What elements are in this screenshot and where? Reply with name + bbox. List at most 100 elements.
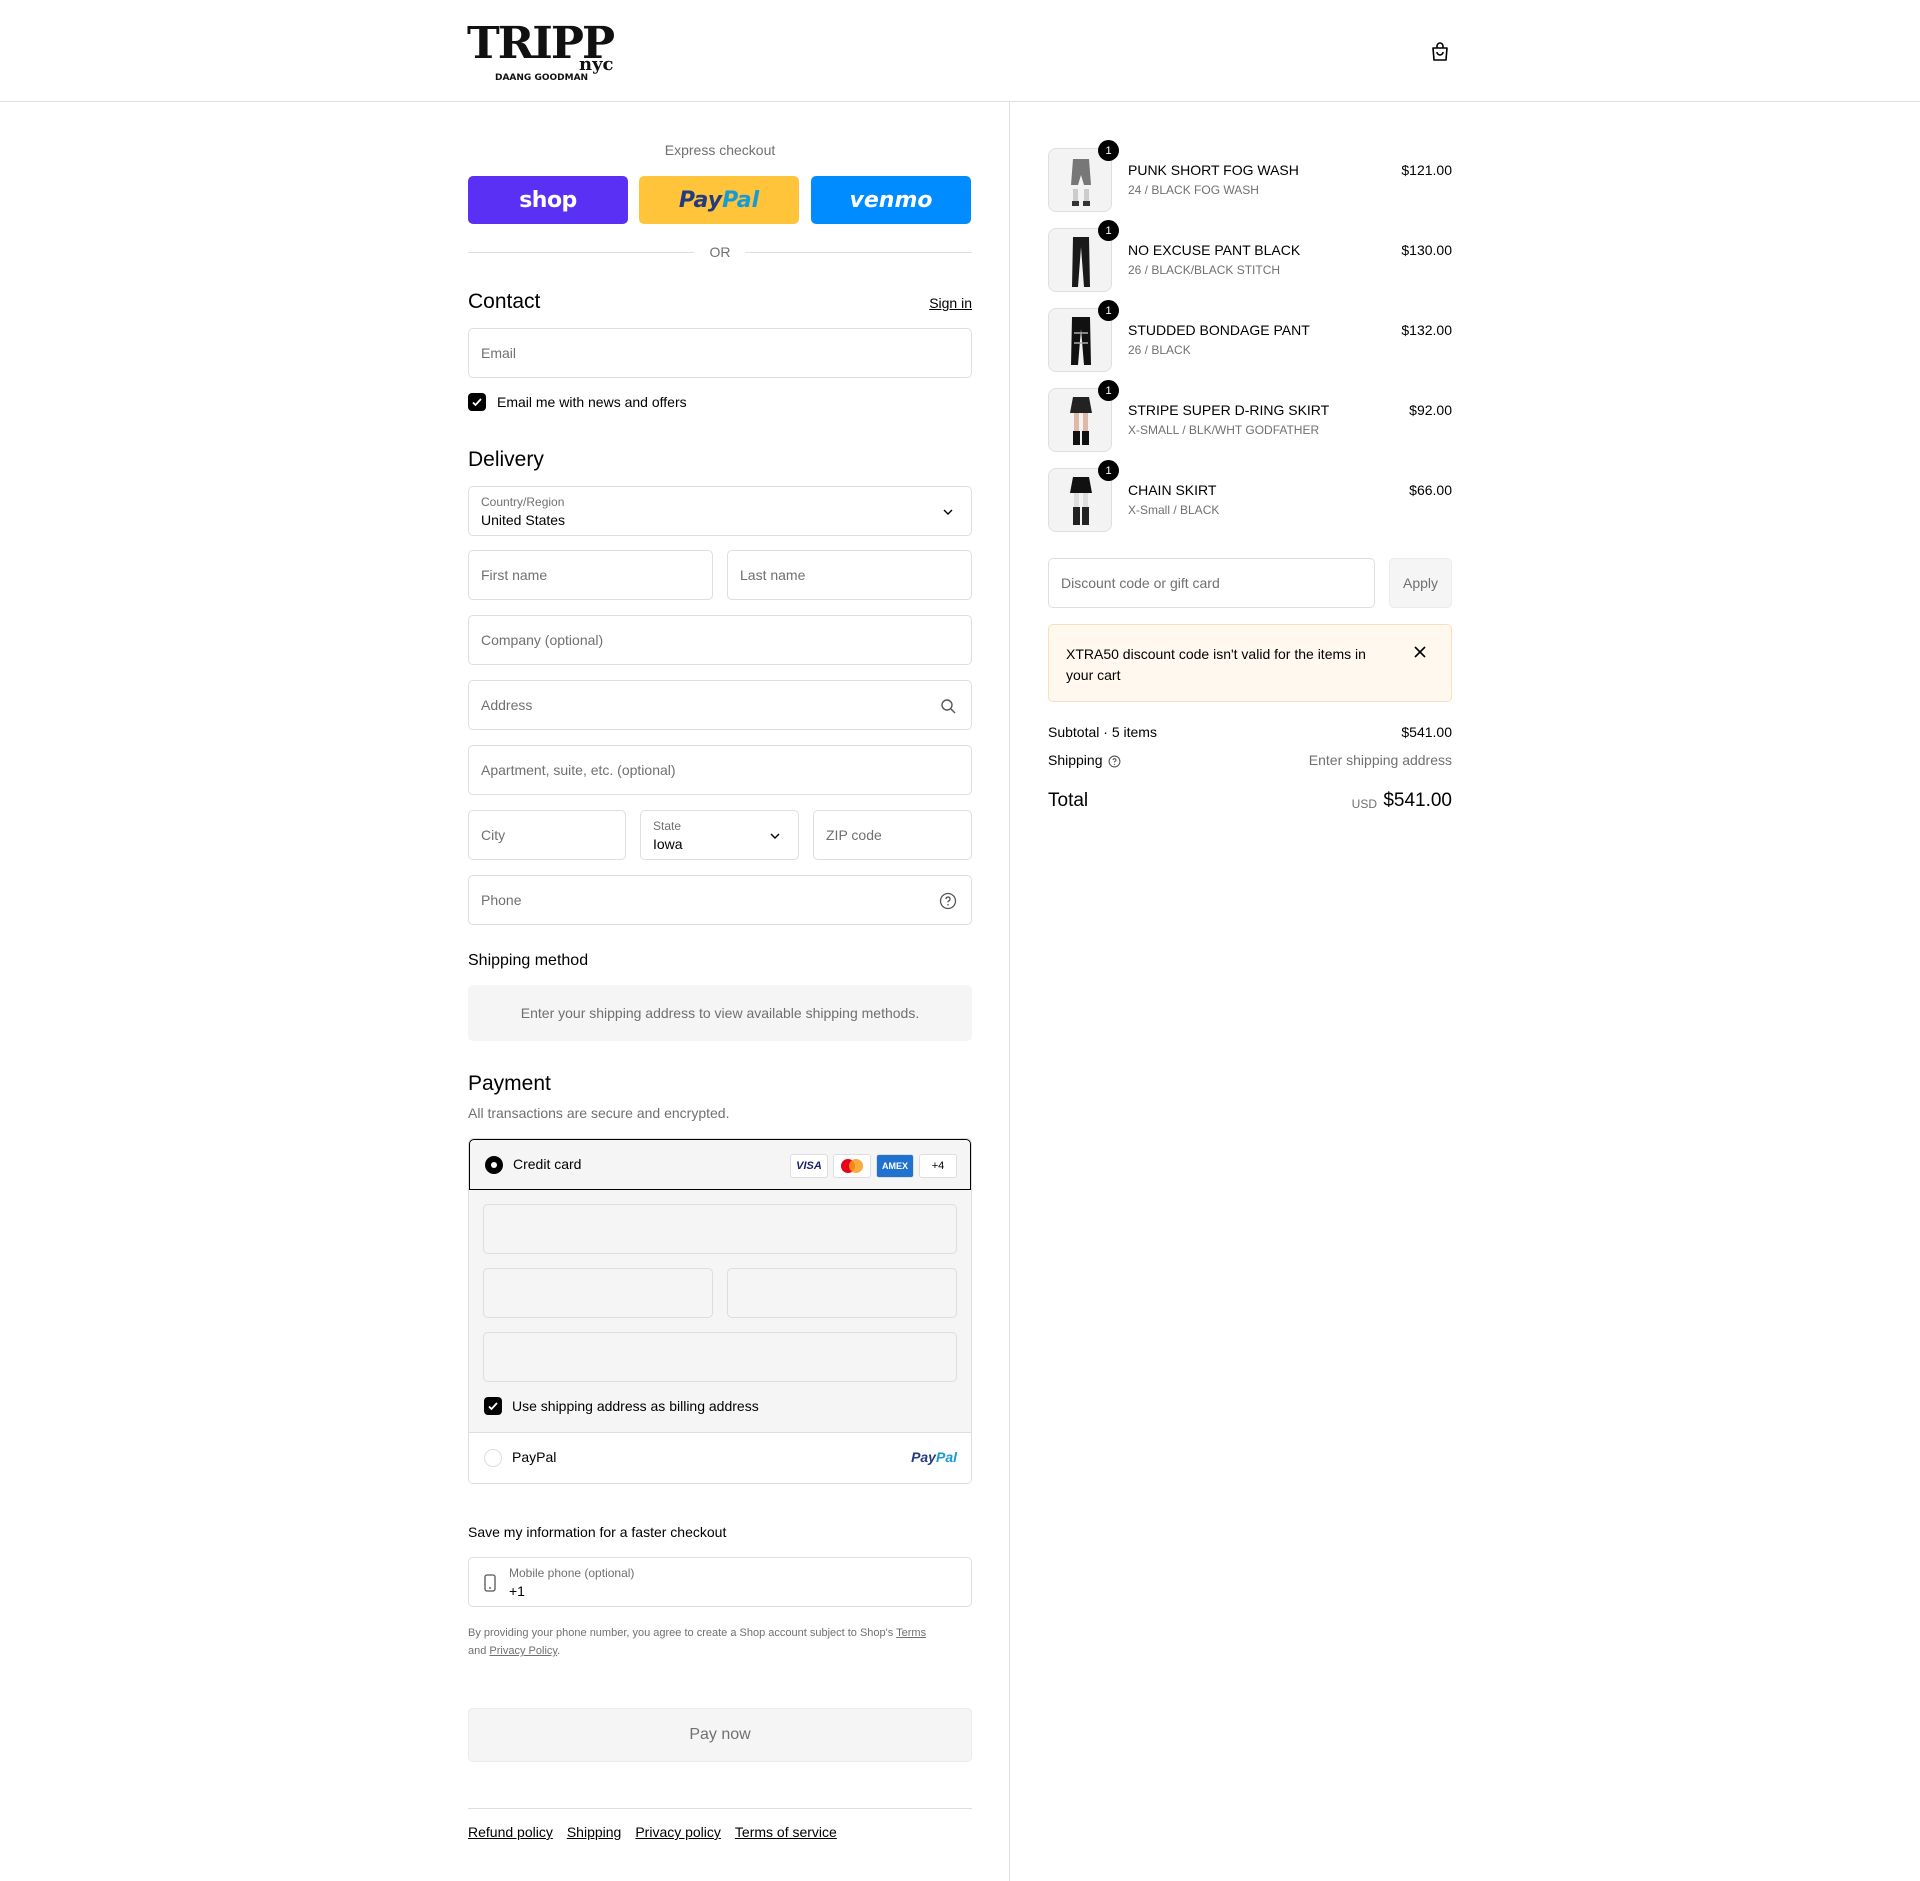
credit-card-option[interactable]: Credit card VISA AMEX +4 <box>469 1139 971 1190</box>
quantity-badge: 1 <box>1098 460 1119 481</box>
payment-subtitle: All transactions are secure and encrypte… <box>468 1105 730 1121</box>
total-currency: USD <box>1351 797 1377 811</box>
contact-title: Contact <box>468 290 541 313</box>
city-field[interactable]: City <box>468 810 626 860</box>
check-icon <box>488 1402 498 1411</box>
apartment-placeholder: Apartment, suite, etc. (optional) <box>481 762 676 778</box>
paypal-label-pay: Pay <box>678 187 723 213</box>
shipping-row: Shipping Enter shipping address <box>1048 752 1452 768</box>
privacy-policy-footer-link[interactable]: Privacy policy <box>635 1824 721 1840</box>
item-price: $130.00 <box>1401 242 1452 258</box>
footer-links: Refund policy Shipping Privacy policy Te… <box>468 1824 837 1840</box>
footer-divider <box>468 1808 972 1809</box>
item-variant: X-SMALL / BLK/WHT GODFATHER <box>1128 423 1320 437</box>
quantity-badge: 1 <box>1098 380 1119 401</box>
card-number-input[interactable] <box>483 1204 957 1254</box>
newsletter-checkbox[interactable] <box>468 393 486 411</box>
country-select[interactable]: Country/Region United States <box>468 486 972 536</box>
city-placeholder: City <box>481 827 506 843</box>
svg-text:DAANG GOODMAN: DAANG GOODMAN <box>495 73 588 83</box>
item-price: $132.00 <box>1401 322 1452 338</box>
credit-card-radio[interactable] <box>485 1156 503 1174</box>
cart-item: 1 NO EXCUSE PANT BLACK 26 / BLACK/BLACK … <box>1048 220 1452 292</box>
tripp-nyc-logo[interactable]: TRIPP nyc DAANG GOODMAN <box>467 18 627 84</box>
site-header: TRIPP nyc DAANG GOODMAN <box>0 0 1920 102</box>
more-cards-badge: +4 <box>919 1154 957 1178</box>
apartment-field[interactable]: Apartment, suite, etc. (optional) <box>468 745 972 795</box>
mastercard-icon <box>833 1154 871 1178</box>
paypal-radio[interactable] <box>484 1449 502 1467</box>
disclaimer-text-3: . <box>557 1645 561 1657</box>
mobile-phone-field[interactable]: Mobile phone (optional) +1 <box>468 1557 972 1607</box>
shop-pay-button[interactable]: shop <box>468 176 628 224</box>
apply-discount-button[interactable]: Apply <box>1389 558 1452 608</box>
email-field[interactable]: Email <box>468 328 972 378</box>
card-cvc-input[interactable] <box>727 1268 957 1318</box>
shipping-label: Shipping <box>1048 752 1103 768</box>
discount-code-input[interactable]: Discount code or gift card <box>1048 558 1375 608</box>
shipping-method-title: Shipping method <box>468 952 589 969</box>
discount-error-text: XTRA50 discount code isn't valid for the… <box>1066 646 1366 683</box>
total-row: Total USD $541.00 <box>1048 790 1452 820</box>
help-icon[interactable] <box>1108 755 1121 768</box>
subtotal-row: Subtotal · 5 items $541.00 <box>1048 724 1452 740</box>
or-text: OR <box>709 244 731 260</box>
shopping-bag-icon[interactable] <box>1428 40 1452 64</box>
venmo-button[interactable]: venmo <box>811 176 971 224</box>
last-name-field[interactable]: Last name <box>727 550 972 600</box>
subtotal-label: Subtotal · 5 items <box>1048 724 1157 740</box>
first-name-field[interactable]: First name <box>468 550 713 600</box>
disclaimer-text-1: By providing your phone number, you agre… <box>468 1627 897 1639</box>
discount-error-notice: XTRA50 discount code isn't valid for the… <box>1048 624 1452 702</box>
refund-policy-link[interactable]: Refund policy <box>468 1824 553 1840</box>
item-variant: 26 / BLACK <box>1128 343 1191 357</box>
shipping-policy-link[interactable]: Shipping <box>567 1824 622 1840</box>
phone-field[interactable]: Phone <box>468 875 972 925</box>
pay-now-button[interactable]: Pay now <box>468 1708 972 1762</box>
quantity-badge: 1 <box>1098 220 1119 241</box>
item-price: $121.00 <box>1401 162 1452 178</box>
zip-placeholder: ZIP code <box>826 827 882 843</box>
express-checkout-title: Express checkout <box>664 142 776 158</box>
item-name: PUNK SHORT FOG WASH <box>1128 162 1299 178</box>
search-icon <box>941 699 956 714</box>
cart-item: 1 PUNK SHORT FOG WASH 24 / BLACK FOG WAS… <box>1048 140 1452 212</box>
company-field[interactable]: Company (optional) <box>468 615 972 665</box>
paypal-option[interactable]: PayPal PayPal <box>469 1433 971 1483</box>
disclaimer-text-2: and <box>468 1645 490 1657</box>
cart-item: 1 STRIPE SUPER D-RING SKIRT X-SMALL / BL… <box>1048 380 1452 452</box>
visa-icon: VISA <box>790 1154 828 1178</box>
privacy-policy-link[interactable]: Privacy Policy <box>489 1645 557 1657</box>
terms-link[interactable]: Terms <box>896 1627 926 1639</box>
address-field[interactable]: Address <box>468 680 972 730</box>
sign-in-link[interactable]: Sign in <box>929 295 972 311</box>
paypal-express-button[interactable]: Pay Pal <box>639 176 799 224</box>
chevron-down-icon <box>770 833 780 839</box>
item-name: CHAIN SKIRT <box>1128 482 1217 498</box>
total-value: $541.00 <box>1383 790 1452 811</box>
zip-field[interactable]: ZIP code <box>813 810 972 860</box>
phone-placeholder: Phone <box>481 892 522 908</box>
state-select[interactable]: State Iowa <box>640 810 799 860</box>
payment-title: Payment <box>468 1072 551 1095</box>
billing-same-checkbox[interactable] <box>484 1397 502 1415</box>
card-expiry-input[interactable] <box>483 1268 713 1318</box>
paypal-label-pal: Pal <box>722 187 760 213</box>
subtotal-value: $541.00 <box>1401 724 1452 740</box>
discount-placeholder: Discount code or gift card <box>1061 575 1220 591</box>
card-name-input[interactable] <box>483 1332 957 1382</box>
save-info-title: Save my information for a faster checkou… <box>468 1524 727 1540</box>
terms-of-service-link[interactable]: Terms of service <box>735 1824 837 1840</box>
cart-item: 1 CHAIN SKIRT X-Small / BLACK $66.00 <box>1048 460 1452 532</box>
item-variant: 24 / BLACK FOG WASH <box>1128 183 1259 197</box>
country-label: Country/Region <box>481 495 565 509</box>
quantity-badge: 1 <box>1098 140 1119 161</box>
billing-same-label: Use shipping address as billing address <box>512 1398 759 1414</box>
shipping-value: Enter shipping address <box>1308 752 1452 768</box>
state-value: Iowa <box>653 836 683 852</box>
check-icon <box>472 398 482 407</box>
help-icon[interactable] <box>939 892 957 910</box>
item-name: STRIPE SUPER D-RING SKIRT <box>1128 402 1330 418</box>
item-name: STUDDED BONDAGE PANT <box>1128 322 1310 338</box>
close-icon[interactable] <box>1413 645 1427 659</box>
